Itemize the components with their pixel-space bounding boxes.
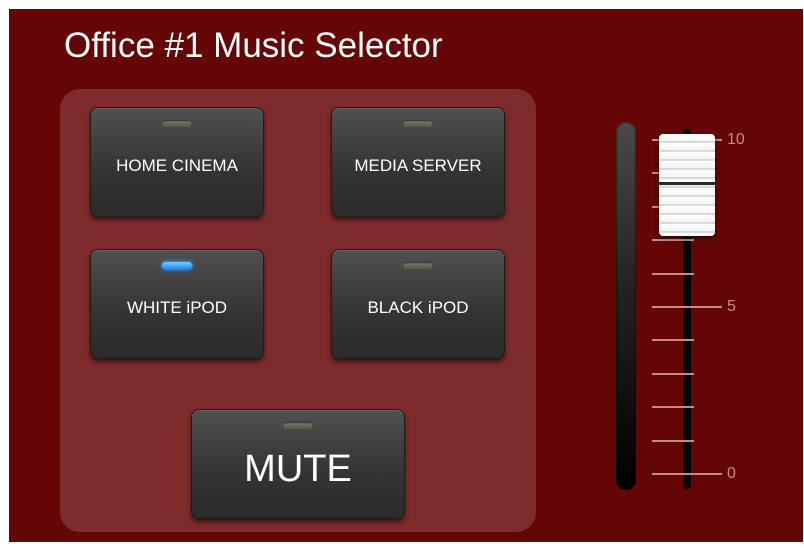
home-cinema-led bbox=[162, 120, 192, 127]
scale-tick bbox=[652, 372, 694, 375]
music-selector-window: Office #1 Music Selector HOME CINEMA MED… bbox=[9, 9, 803, 542]
mute-button[interactable]: MUTE bbox=[191, 409, 405, 519]
scale-tick bbox=[652, 339, 694, 342]
white-ipod-led bbox=[162, 262, 192, 269]
source-panel: HOME CINEMA MEDIA SERVER WHITE iPOD BLAC… bbox=[60, 89, 536, 532]
scale-tick bbox=[652, 473, 722, 475]
scale-tick bbox=[652, 406, 694, 409]
mute-led bbox=[283, 422, 313, 429]
page-title: Office #1 Music Selector bbox=[64, 26, 443, 65]
white-ipod-button[interactable]: WHITE iPOD bbox=[90, 249, 264, 359]
volume-meter-bar[interactable] bbox=[616, 122, 636, 490]
home-cinema-button[interactable]: HOME CINEMA bbox=[90, 107, 264, 217]
scale-label-5: 5 bbox=[727, 298, 736, 315]
thumb-center-line bbox=[659, 182, 715, 186]
media-server-led bbox=[403, 120, 433, 127]
media-server-button[interactable]: MEDIA SERVER bbox=[331, 107, 505, 217]
black-ipod-label: BLACK iPOD bbox=[367, 298, 469, 317]
scale-tick bbox=[652, 439, 694, 442]
home-cinema-label: HOME CINEMA bbox=[116, 156, 238, 175]
scale-tick bbox=[652, 306, 722, 308]
media-server-label: MEDIA SERVER bbox=[354, 156, 482, 175]
black-ipod-button[interactable]: BLACK iPOD bbox=[331, 249, 505, 359]
volume-slider-thumb[interactable] bbox=[659, 134, 715, 237]
black-ipod-led bbox=[403, 262, 433, 269]
scale-tick bbox=[652, 272, 694, 275]
mute-label: MUTE bbox=[244, 448, 352, 490]
scale-tick bbox=[652, 239, 694, 242]
scale-label-10: 10 bbox=[727, 131, 745, 148]
white-ipod-label: WHITE iPOD bbox=[126, 298, 228, 317]
scale-label-0: 0 bbox=[727, 465, 736, 482]
